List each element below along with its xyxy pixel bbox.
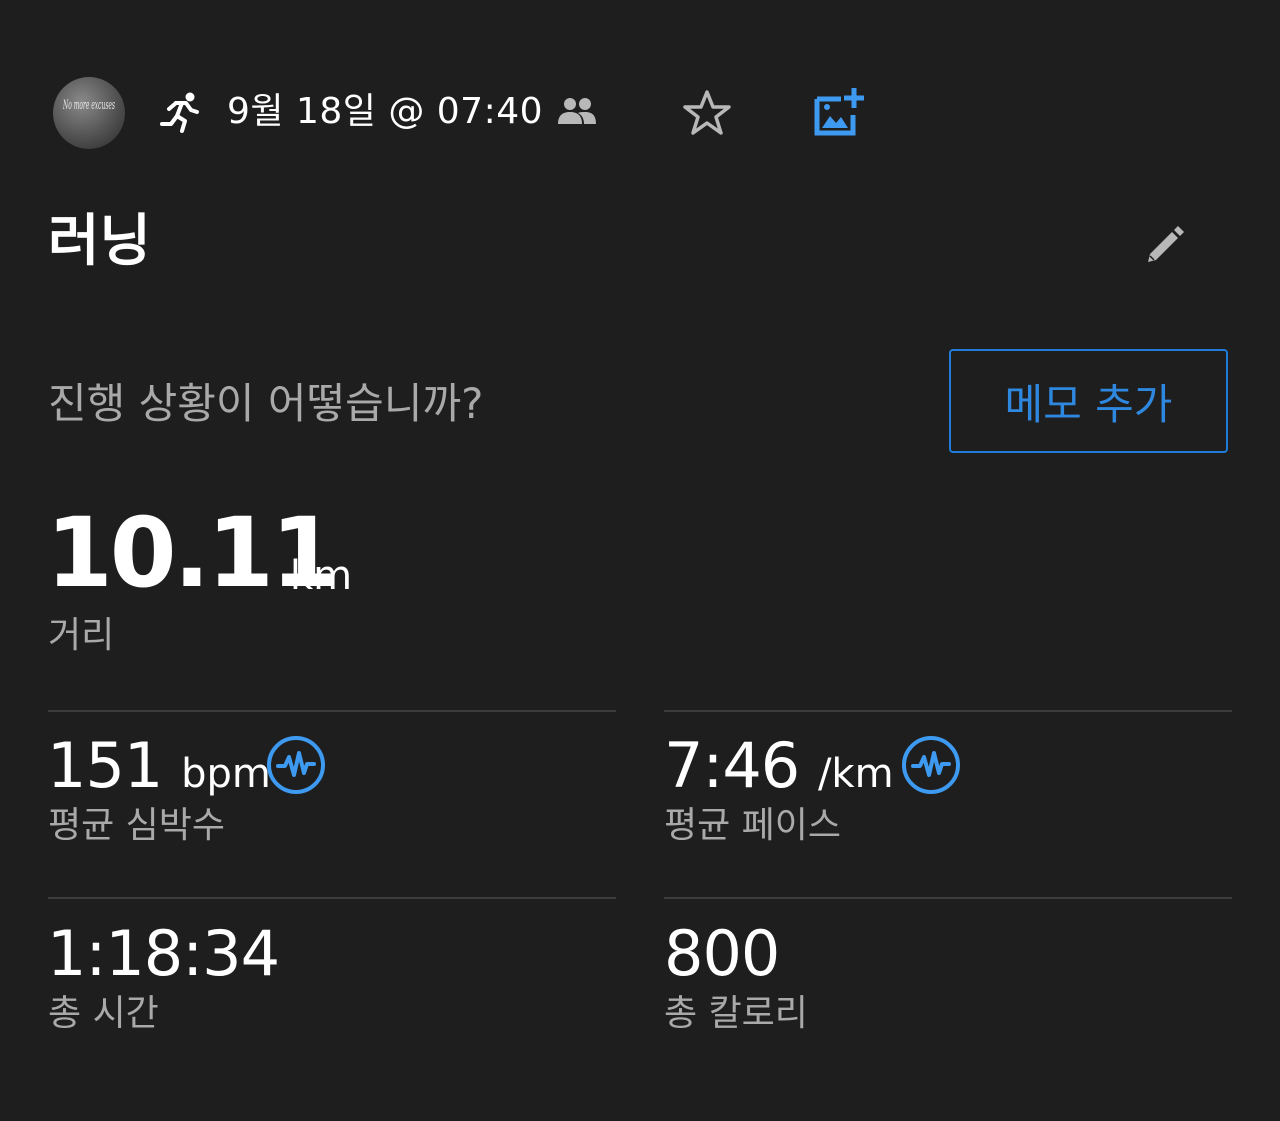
- distance-label: 거리: [48, 615, 115, 656]
- avg-heart-rate-unit: bpm: [181, 751, 271, 797]
- total-calories-value: 800: [664, 917, 780, 990]
- divider: [664, 897, 1232, 899]
- avg-pace-unit: /km: [817, 751, 894, 797]
- add-photo-icon[interactable]: [813, 85, 869, 137]
- avatar-image: No more excuses: [63, 98, 116, 113]
- divider: [664, 710, 1232, 712]
- add-note-button-label: 메모 추가: [1004, 379, 1173, 429]
- pulse-icon[interactable]: [901, 735, 961, 795]
- note-prompt[interactable]: 진행 상황이 어떻습니까?: [48, 376, 483, 432]
- star-icon[interactable]: [681, 88, 733, 138]
- activity-title: 러닝: [48, 209, 152, 274]
- running-icon: [160, 92, 199, 133]
- add-note-button[interactable]: 메모 추가: [949, 349, 1228, 453]
- pulse-icon[interactable]: [266, 735, 326, 795]
- total-calories-label: 총 칼로리: [664, 993, 808, 1034]
- divider: [48, 710, 616, 712]
- svg-text:No more excuses: No more excuses: [63, 98, 116, 113]
- divider: [48, 897, 616, 899]
- avatar[interactable]: No more excuses: [53, 77, 125, 149]
- total-time-value: 1:18:34: [47, 917, 280, 990]
- avg-heart-rate-value: 151 bpm: [47, 729, 271, 802]
- pencil-icon[interactable]: [1144, 222, 1188, 266]
- group-icon[interactable]: [554, 94, 600, 130]
- activity-date-time: 9월 18일 @ 07:40: [227, 91, 544, 132]
- activity-detail-screen: No more excuses 9월 18일 @ 07:40 러닝 진행 상황이…: [0, 0, 1280, 1121]
- avg-pace-label: 평균 페이스: [664, 805, 842, 846]
- avg-heart-rate-label: 평균 심박수: [48, 805, 226, 846]
- total-time-label: 총 시간: [48, 993, 159, 1034]
- avg-pace-value: 7:46 /km: [664, 729, 894, 802]
- distance-unit: km: [290, 553, 353, 599]
